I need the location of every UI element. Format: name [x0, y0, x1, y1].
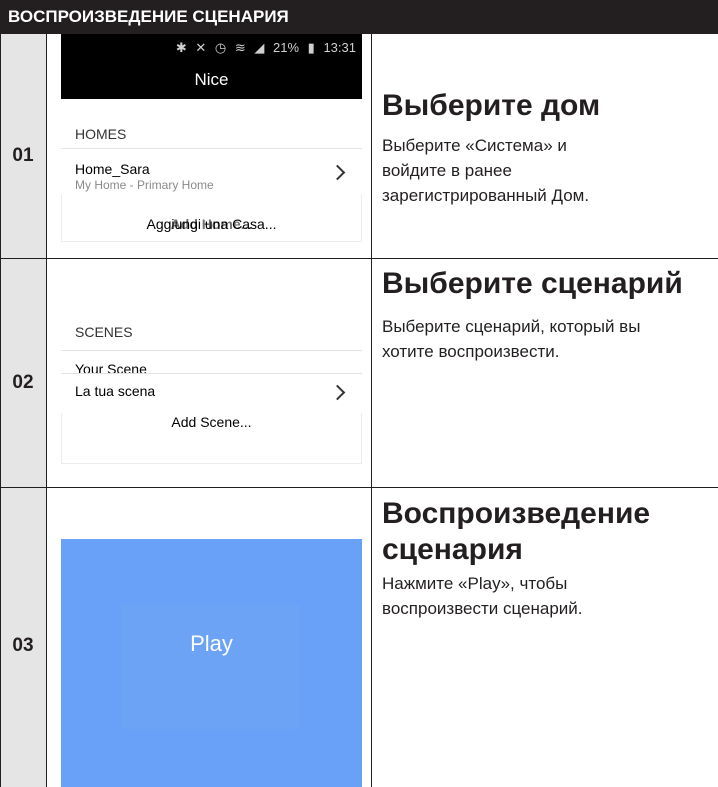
section-title: ВОСПРОИЗВЕДЕНИЕ СЦЕНАРИЯ: [8, 7, 289, 26]
step-title-02: Выберите сценарий: [382, 267, 683, 300]
table-divider-number: [46, 34, 47, 787]
homes-section-label: HOMES: [75, 126, 127, 142]
add-scene-text: Add Scene...: [171, 414, 252, 430]
play-button-inner: [121, 605, 299, 729]
step-text-01: Выберите «Система» и войдите в ранее зар…: [382, 133, 589, 208]
step-number-02: 02: [12, 372, 34, 393]
step-text-line: воспроизвести сценарий.: [382, 599, 583, 618]
battery-percent: 21%: [273, 40, 300, 55]
step-number-03: 03: [12, 635, 34, 656]
step-title-line: Воспроизведение: [382, 497, 651, 530]
step-title-line: сценария: [382, 533, 523, 566]
step-title-03: Воспроизведение сценария: [382, 496, 650, 568]
chevron-right-icon: [329, 164, 346, 181]
home-subtitle: My Home - Primary Home: [75, 178, 214, 192]
alarm-icon: ◷: [214, 40, 227, 55]
phone-status-bar: ✱ ✕ ◷ ≋ ◢ 21% ▮ 13:31 Nice: [61, 34, 362, 99]
row-divider-1: [0, 258, 718, 259]
play-button[interactable]: Play: [61, 539, 362, 787]
table-divider-description: [371, 34, 372, 787]
scene-name: Your Scene: [75, 361, 147, 377]
step-text-line: войдите в ранее: [382, 161, 512, 180]
chevron-right-icon: [329, 384, 346, 401]
home-name: Home_Sara: [75, 161, 150, 177]
status-icons: ✱ ✕ ◷ ≋ ◢ 21% ▮ 13:31: [171, 40, 356, 56]
scene-separator: [61, 373, 362, 374]
scenes-separator: [61, 350, 362, 351]
signal-icon: ◢: [254, 40, 265, 55]
step-text-line: Выберите сценарий, который вы: [382, 317, 641, 336]
step-text-line: Нажмите «Play», чтобы: [382, 574, 568, 593]
step-text-line: зарегистрированный Дом.: [382, 186, 590, 205]
step-number-01: 01: [12, 145, 34, 166]
homes-separator: [61, 148, 362, 149]
mute-icon: ✕: [195, 40, 207, 55]
step-text-02: Выберите сценарий, который вы хотите вос…: [382, 314, 640, 364]
step-text-line: Выберите «Система» и: [382, 136, 567, 155]
step-text-03: Нажмите «Play», чтобы воспроизвести сцен…: [382, 571, 583, 621]
app-title: Nice: [194, 70, 229, 89]
row-divider-2: [0, 487, 718, 488]
scene-subtitle: La tua scena: [75, 383, 156, 399]
battery-icon: ▮: [307, 40, 315, 55]
bluetooth-icon: ✱: [175, 40, 187, 55]
step-title-01: Выберите дом: [382, 89, 601, 122]
table-border-left: [0, 34, 1, 787]
add-home-text-en: Add Home...: [170, 216, 253, 232]
play-label: Play: [190, 631, 233, 656]
add-scene-card[interactable]: Add Scene...: [61, 413, 362, 464]
wifi-icon: ≋: [234, 40, 246, 55]
section-header: ВОСПРОИЗВЕДЕНИЕ СЦЕНАРИЯ: [0, 0, 718, 34]
status-time: 13:31: [323, 40, 356, 55]
step-text-line: хотите воспроизвести.: [382, 342, 560, 361]
scenes-section-label: SCENES: [75, 324, 133, 340]
add-home-card[interactable]: Aggiungi una Casa... Add Home...: [61, 194, 362, 242]
